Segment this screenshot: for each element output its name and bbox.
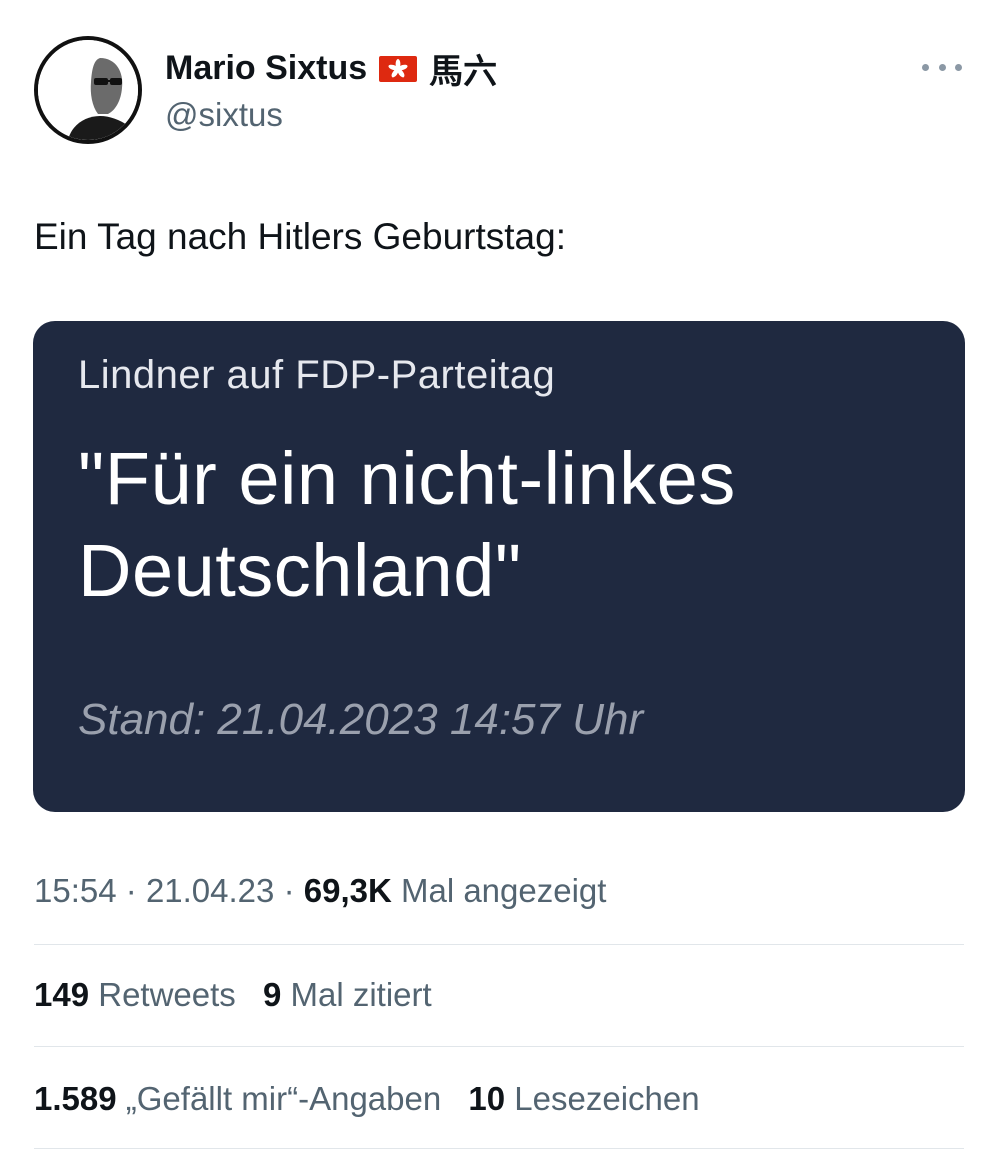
bookmarks-count: 10 <box>468 1080 506 1117</box>
author-name-row[interactable]: Mario Sixtus 馬六 <box>165 44 497 93</box>
views-label: Mal angezeigt <box>400 872 607 909</box>
stats-row-likes: 1.589 „Gefällt mir“-Angaben 10 Lesezeich… <box>34 1080 718 1118</box>
tweet-text: Ein Tag nach Hitlers Geburtstag: <box>34 216 566 257</box>
avatar[interactable] <box>34 36 142 144</box>
author-name-suffix: 馬六 <box>429 52 498 92</box>
image-headline-line-2: Deutschland" <box>78 529 522 612</box>
more-options-icon[interactable] <box>922 52 962 82</box>
views-count: 69,3K <box>303 872 392 909</box>
image-kicker: Lindner auf FDP-Parteitag <box>78 353 556 397</box>
retweets-label: Retweets <box>98 976 236 1013</box>
retweets-stat[interactable]: 149 Retweets <box>34 976 236 1014</box>
quotes-label: Mal zitiert <box>290 976 432 1013</box>
stats-row-shares: 149 Retweets 9 Mal zitiert <box>34 976 450 1014</box>
meta-separator: · <box>125 872 137 909</box>
retweets-count: 149 <box>34 976 90 1013</box>
avatar-portrait-icon <box>38 40 138 140</box>
image-headline-line-1: "Für ein nicht-linkes <box>78 437 736 520</box>
meta-separator-2: · <box>283 872 295 909</box>
author-handle[interactable]: @sixtus <box>165 96 283 134</box>
tweet-date[interactable]: 21.04.23 <box>146 872 274 909</box>
image-headline: "Für ein nicht-linkes Deutschland" <box>78 433 938 617</box>
tweet-image[interactable]: Lindner auf FDP-Parteitag "Für ein nicht… <box>33 321 965 812</box>
tweet-meta: 15:54 · 21.04.23 · 69,3K Mal angezeigt <box>34 872 606 910</box>
hong-kong-flag-icon <box>379 55 418 82</box>
divider <box>34 944 964 945</box>
likes-label: „Gefällt mir“-Angaben <box>125 1080 442 1117</box>
image-timestamp: Stand: 21.04.2023 14:57 Uhr <box>78 695 644 744</box>
quotes-stat[interactable]: 9 Mal zitiert <box>263 976 432 1014</box>
tweet: Mario Sixtus 馬六 @sixtus Ein Tag nach Hit… <box>0 0 994 1154</box>
quotes-count: 9 <box>262 976 282 1013</box>
tweet-time[interactable]: 15:54 <box>34 872 117 909</box>
bookmarks-stat[interactable]: 10 Lesezeichen <box>468 1080 699 1118</box>
bookmarks-label: Lesezeichen <box>514 1080 700 1117</box>
likes-stat[interactable]: 1.589 „Gefällt mir“-Angaben <box>34 1080 441 1118</box>
likes-count: 1.589 <box>34 1080 117 1117</box>
divider <box>34 1148 964 1149</box>
author-name[interactable]: Mario Sixtus <box>165 49 367 88</box>
divider <box>34 1046 964 1047</box>
